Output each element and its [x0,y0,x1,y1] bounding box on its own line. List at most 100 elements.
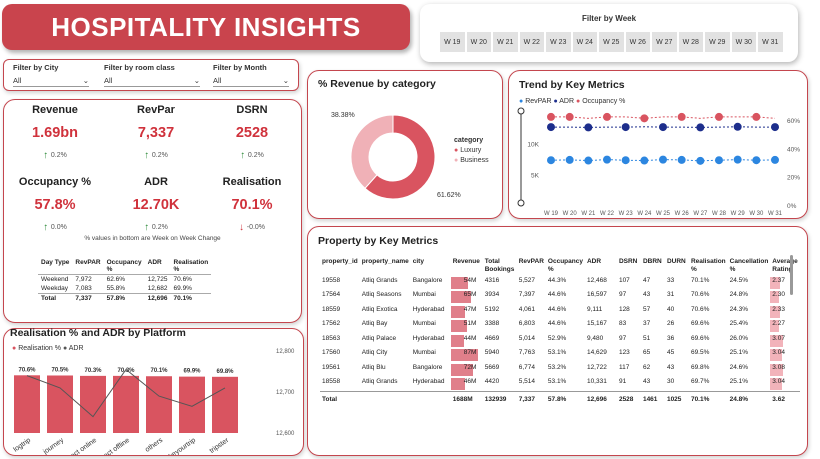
table-cell: Hyderabad [412,334,445,342]
table-cell: 16,597 [586,291,607,299]
month-filter-select[interactable]: All ⌄ [213,76,289,87]
table-cell: 3.62 [770,391,801,407]
arrow-up-icon: ↑ [43,222,51,233]
table-cell: 25.1% [729,378,749,386]
week-button[interactable]: W 27 [652,32,677,52]
chevron-down-icon: ⌄ [282,76,289,85]
table-cell: 5,514 [518,378,536,386]
table-cell: 69.8% [690,363,710,371]
kpi-label: DSRN [236,104,268,116]
week-button[interactable]: W 23 [546,32,571,52]
week-button[interactable]: W 22 [519,32,544,52]
trend-point [547,156,555,165]
cell-value: 2.30 [772,291,785,299]
table-cell: 2.33 [770,305,800,320]
week-button[interactable]: W 21 [493,32,518,52]
table-cell: 43 [642,378,651,386]
city-filter-select[interactable]: All ⌄ [13,76,89,87]
table-cell: 30 [666,378,675,386]
week-filter-panel: Filter by Week W 19 W 20 W 21 W 22 W 23 W 24 W… [420,4,798,62]
table-header: Occupancy % [103,258,145,275]
platform-bar [14,375,40,433]
table-cell: 65M [450,290,483,305]
table-cell: 54M [450,276,483,291]
trend-point [640,156,649,165]
table-cell: 7,337 [516,391,546,407]
week-button[interactable]: W 29 [705,32,730,52]
week-button[interactable]: W 31 [758,32,783,52]
trend-point [733,155,742,164]
table-cell: 62.6% [106,276,126,283]
x-tick-label: direct online [63,437,98,455]
room-class-filter[interactable]: Filter by room class All ⌄ [104,63,200,87]
room-class-filter-value: All [104,76,113,85]
city-filter[interactable]: Filter by City All ⌄ [13,63,89,87]
table-cell: Weekend [41,276,69,283]
month-filter[interactable]: Filter by Month All ⌄ [213,63,289,87]
week-button[interactable]: W 19 [440,32,465,52]
x-tick-label: W 26 [675,211,690,217]
table-header: Realisation % [690,258,726,274]
trend-point [659,123,667,132]
week-button[interactable]: W 24 [572,32,597,52]
table-cell: 69.7% [690,378,710,386]
week-button[interactable]: W 26 [625,32,650,52]
kpi-change: ↑ 0.2% [7,150,103,161]
trend-point [677,112,686,121]
table-row: 17562 Atliq Bay Mumbai 51M 3388 6,803 44.6% 15,… [320,319,800,334]
week-button[interactable]: W 25 [599,32,624,52]
week-button[interactable]: W 20 [466,32,491,52]
cell-value: 2.37 [772,276,785,284]
table-cell: 18559 [322,305,341,313]
table-row: 19561 Atliq Blu Bangalore 72M 5669 6,774 53.2%… [320,363,800,378]
table-cell: 70.1% [688,391,728,407]
platform-bar [113,375,139,433]
trend-point [696,156,705,165]
table-cell: Atliq Grands [361,378,398,386]
table-cell: Atliq City [361,349,388,357]
table-cell: 57.8% [545,391,585,407]
kpi-panel: Revenue 1.69bn ↑ 0.2% RevPar 7,337 ↑ 0.2% DSRN… [3,99,302,323]
table-cell: 5669 [484,363,500,371]
y2-tick-label: 20% [787,175,800,182]
x-tick-label: W 25 [656,211,671,217]
table-row: 19558 Atliq Grands Bangalore 54M 4316 5,527 44… [320,276,800,291]
table-cell: 5940 [484,349,500,357]
table-cell: 83 [618,320,627,328]
table-row: Weekend 7,972 62.6% 12,725 70.6% [38,275,211,285]
table-cell: 26 [666,320,675,328]
kpi-card: Occupancy % 57.8% ↑ 0.0% [7,176,103,233]
property-title: Property by Key Metrics [318,235,439,247]
table-cell: 70.6% [690,305,710,313]
table-cell: 43 [666,363,675,371]
table-header: Realisation % [170,258,212,275]
kpi-card: Revenue 1.69bn ↑ 0.2% [7,104,103,161]
table-cell: Hyderabad [412,305,445,313]
bar-data-label: 70.3% [117,368,135,374]
table-cell: 7,972 [75,276,92,283]
table-cell: 1461 [640,391,665,407]
trend-point [584,123,593,132]
table-scrollbar[interactable] [790,255,793,295]
daytype-table: Day Type RevPAR Occupancy % ADR Realisation … [38,258,212,303]
table-cell: 37 [642,320,651,328]
week-button[interactable]: W 30 [731,32,756,52]
week-button[interactable]: W 28 [678,32,703,52]
cell-value: 3.04 [772,378,785,386]
table-header: DURN [666,258,686,265]
trend-point [565,155,574,164]
trend-point [547,112,555,121]
chevron-down-icon: ⌄ [82,76,89,85]
table-cell: 69.9% [173,285,192,292]
table-cell: 25.4% [729,320,749,328]
table-cell: 51 [642,334,651,342]
platform-chart: 70.6% logtrip 70.5% journey 70.3% direct onli… [13,349,296,455]
table-header: DSRN [618,258,638,265]
table-cell: 1688M [450,391,483,407]
room-class-filter-select[interactable]: All ⌄ [104,76,200,87]
legend-dot-icon: ● [519,98,524,105]
kpi-label: Occupancy % [18,176,92,188]
property-table: property_id property_name city Revenue Total… [320,257,801,407]
table-cell: Atliq Blu [361,363,386,371]
legend-dot-icon: ● [454,147,459,154]
